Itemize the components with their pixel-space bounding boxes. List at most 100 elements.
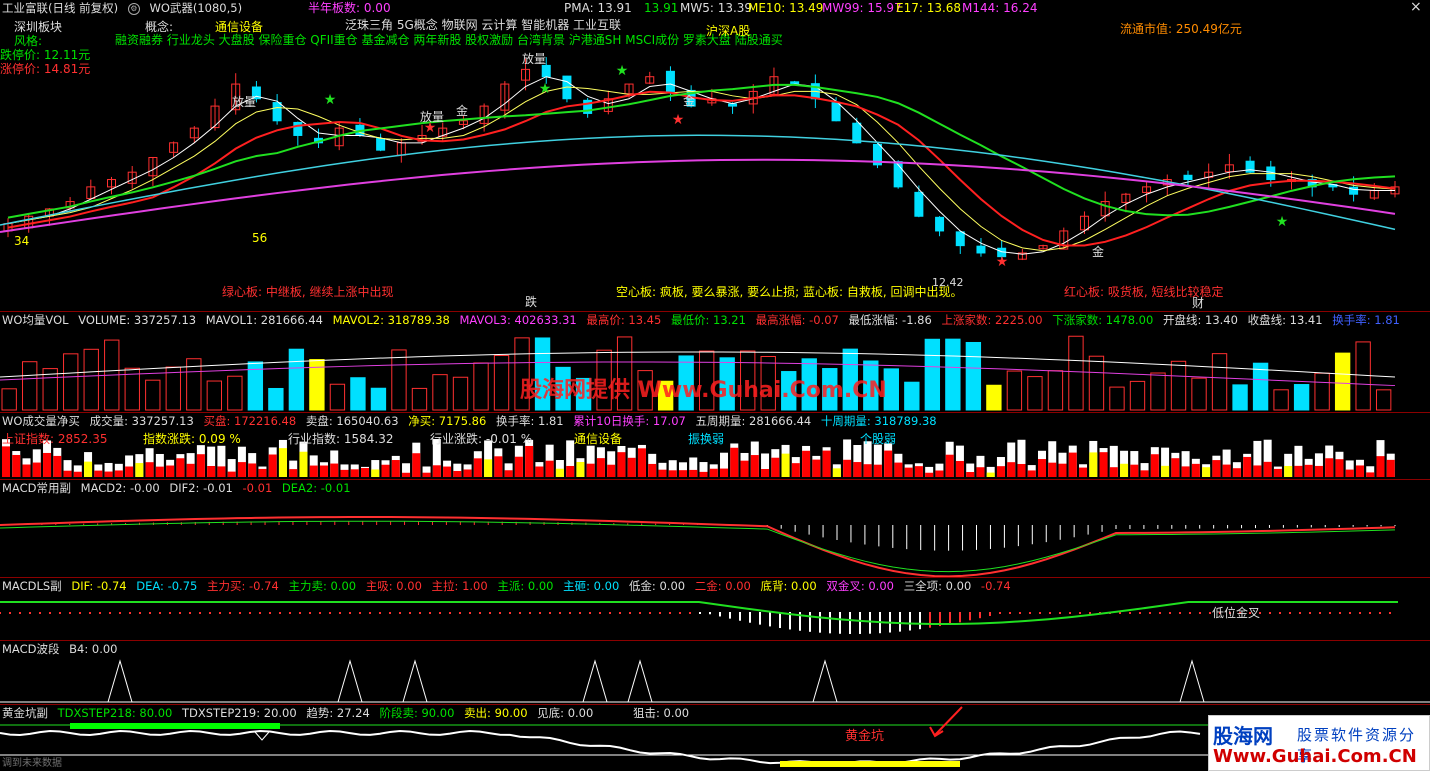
buy-bar xyxy=(43,452,52,477)
wave-chart[interactable] xyxy=(0,641,1430,704)
volume-bar xyxy=(1006,370,1023,411)
volume-bar xyxy=(1170,360,1187,411)
indicator-title[interactable]: WO武器(1080,5) xyxy=(149,1,242,15)
net-buy: 买盘: 172216.48 xyxy=(203,414,297,428)
vol-mavol3: MAVOL3: 402633.31 xyxy=(459,313,577,327)
buy-bar xyxy=(966,472,975,477)
star-marker: ★ xyxy=(539,81,552,97)
buy-bar xyxy=(155,466,164,477)
stock-title[interactable]: 工业富联(日线 前复权) xyxy=(2,1,118,15)
buy-bar xyxy=(248,463,257,477)
buy-bar xyxy=(207,466,216,477)
volume-bar xyxy=(165,366,181,411)
logo-url: Www.Guhai.Com.CN xyxy=(1213,746,1417,767)
net-title[interactable]: WO成交量净买 xyxy=(2,414,80,428)
volume-bar xyxy=(1293,384,1310,411)
buy-bar xyxy=(1037,459,1046,477)
wave-title[interactable]: MACD波段 xyxy=(2,642,59,656)
vol-down-count: 下涨家数: 1478.00 xyxy=(1052,313,1154,327)
wave-peak xyxy=(1179,659,1205,703)
net-turn10: 累计10日换手: 17.07 xyxy=(573,414,686,428)
buy-bar xyxy=(381,464,390,477)
gold-stage-sell: 阶段卖: 90.00 xyxy=(379,706,455,720)
buy-bar xyxy=(1366,472,1375,477)
buy-bar xyxy=(730,447,739,477)
star-marker: ★ xyxy=(996,254,1009,270)
netbuy-panel[interactable]: WO成交量净买 成交量: 337257.13 买盘: 172216.48 卖盘:… xyxy=(0,413,1430,479)
buy-bar xyxy=(1027,470,1036,477)
close-icon[interactable]: × xyxy=(1410,0,1422,14)
ls-db: 底背: 0.00 xyxy=(760,579,817,593)
vol-min-amp: 最低涨幅: -1.86 xyxy=(848,313,932,327)
buy-bar xyxy=(1181,466,1190,477)
volume-bar xyxy=(924,338,941,411)
net-deal: 成交量: 337257.13 xyxy=(89,414,194,428)
buy-bar xyxy=(873,464,882,477)
wave-peak xyxy=(627,659,653,703)
main-chart-panel[interactable]: ★ ★ ★ ★ ★ ★ ★ 工业富联(日线 前复权) ⚙ WO武器(1080,5) 半年板数… xyxy=(0,0,1430,311)
sh-index: 上证指数: 2852.35 xyxy=(2,432,108,446)
buy-bar xyxy=(1140,470,1149,477)
macd-panel[interactable]: MACD常用副 MACD2: -0.00 DIF2: -0.01 -0.01 D… xyxy=(0,480,1430,577)
buy-bar xyxy=(802,450,811,477)
goldpit-panel[interactable]: 黄金坑副 TDXSTEP218: 80.00 TDXSTEP219: 20.00… xyxy=(0,705,1430,771)
volume-bar xyxy=(986,384,1002,411)
volume-panel[interactable]: WO均量VOL VOLUME: 337257.13 MAVOL1: 281666… xyxy=(0,312,1430,412)
vol-mavol2: MAVOL2: 318789.38 xyxy=(332,313,450,327)
cai-label: 财 xyxy=(1192,296,1205,310)
buy-bar xyxy=(791,463,800,477)
ls-zp: 主派: 0.00 xyxy=(497,579,554,593)
fangliang-label-1: 放量 xyxy=(232,95,257,109)
buy-bar xyxy=(1212,460,1221,477)
gold-bottom: 见底: 0.00 xyxy=(537,706,594,720)
volume-bar xyxy=(473,362,489,411)
buy-bar xyxy=(453,470,462,477)
settings-icon[interactable]: ⚙ xyxy=(127,2,140,15)
volume-bar xyxy=(329,383,346,411)
buy-bar xyxy=(1017,463,1026,477)
buy-bar xyxy=(104,471,113,477)
ls-title[interactable]: MACDLS副 xyxy=(2,579,62,593)
macdls-panel[interactable]: MACDLS副 DIF: -0.74 DEA: -0.75 主力买: -0.74… xyxy=(0,578,1430,640)
buy-bar xyxy=(94,470,103,477)
buy-bar xyxy=(699,471,708,477)
ls-sjc: 双金叉: 0.00 xyxy=(826,579,894,593)
vol-turnover: 换手率: 1.81 xyxy=(1332,313,1400,327)
buy-bar xyxy=(812,459,821,477)
buy-bar xyxy=(299,451,308,477)
buy-bar xyxy=(689,469,698,477)
star-marker: ★ xyxy=(672,112,685,128)
down-stop-price: 跌停价: 12.11元 xyxy=(0,48,91,62)
buy-bar xyxy=(1068,452,1077,477)
buy-bar xyxy=(637,448,646,477)
pointer-arrow xyxy=(934,706,963,736)
buy-bar xyxy=(32,462,41,477)
volume-header: WO均量VOL VOLUME: 337257.13 MAVOL1: 281666… xyxy=(2,312,1406,328)
buy-bar xyxy=(945,454,954,477)
net-sell: 卖盘: 165040.63 xyxy=(305,414,399,428)
buy-bar xyxy=(1355,465,1364,477)
volume-bar xyxy=(1047,370,1064,411)
buy-bar xyxy=(1284,465,1293,477)
volume-bar xyxy=(1129,380,1146,411)
buy-bar xyxy=(535,466,544,477)
buy-bar xyxy=(1109,467,1118,477)
empty-board-note: 空心板: 疯板, 要么暴涨, 要么止损; 蓝心板: 自救板, 回调中出现。 xyxy=(616,285,963,299)
wave-panel[interactable]: MACD波段 B4: 0.00 xyxy=(0,641,1430,704)
volume-bar xyxy=(1109,386,1125,411)
die-label: 跌 xyxy=(525,295,538,309)
jin-label-1: 金 xyxy=(456,104,469,118)
vol-title[interactable]: WO均量VOL xyxy=(2,313,69,327)
macd-title[interactable]: MACD常用副 xyxy=(2,481,71,495)
volume-bar xyxy=(350,377,366,411)
buy-bar xyxy=(761,469,770,477)
candle-body xyxy=(1183,174,1193,181)
m144-value: M144: 16.24 xyxy=(962,1,1038,15)
buy-bar xyxy=(720,468,729,477)
buy-bar xyxy=(750,455,759,477)
gold-title[interactable]: 黄金坑副 xyxy=(2,706,48,720)
board-label: 深圳板块 xyxy=(14,20,63,34)
ma-line-white xyxy=(7,76,1395,255)
up-stop-price: 涨停价: 14.81元 xyxy=(0,62,91,76)
ls-dj: 低金: 0.00 xyxy=(628,579,686,593)
